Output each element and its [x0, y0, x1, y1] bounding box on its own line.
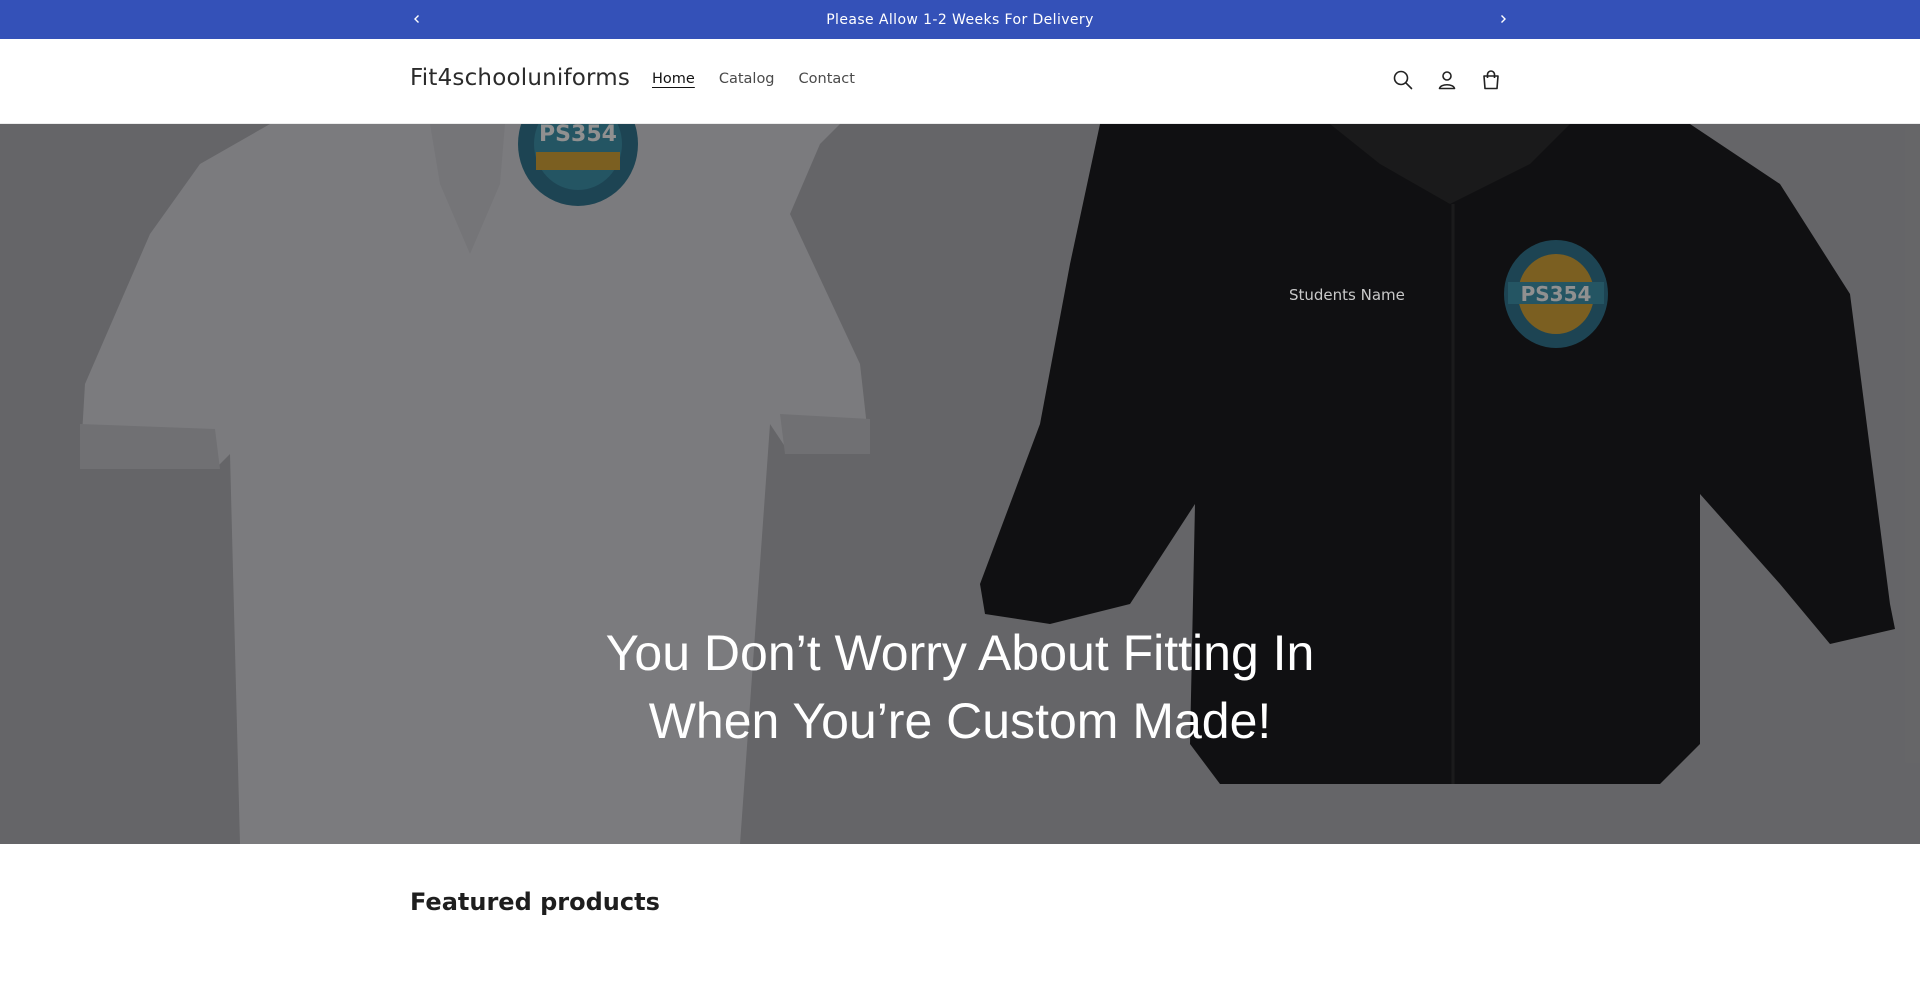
nav-contact[interactable]: Contact	[787, 71, 867, 87]
main-nav: Home Catalog Contact	[640, 71, 867, 87]
hero-banner: PS354 PS354 Students Name You Don’t Worr…	[0, 124, 1920, 844]
hero-heading: You Don’t Worry About Fitting In When Yo…	[560, 619, 1360, 755]
announcement-next-button[interactable]	[1491, 7, 1515, 31]
cart-icon	[1483, 70, 1499, 90]
header-actions	[1386, 63, 1508, 97]
chevron-left-icon	[414, 15, 419, 23]
nav-catalog[interactable]: Catalog	[707, 71, 787, 87]
jacket-name-label: Students Name	[1289, 286, 1405, 304]
hero-heading-line1: You Don’t Worry About Fitting In	[605, 625, 1315, 681]
announcement-text: Please Allow 1-2 Weeks For Delivery	[826, 11, 1094, 28]
chevron-right-icon	[1501, 15, 1506, 23]
site-header: Fit4schooluniforms Home Catalog Contact	[0, 39, 1920, 124]
account-button[interactable]	[1430, 63, 1464, 97]
account-icon	[1438, 71, 1456, 90]
hero-heading-line2: When You’re Custom Made!	[648, 693, 1272, 749]
search-icon	[1393, 70, 1413, 90]
nav-home[interactable]: Home	[640, 71, 707, 87]
announcement-bar: Please Allow 1-2 Weeks For Delivery	[0, 0, 1920, 39]
site-logo[interactable]: Fit4schooluniforms	[410, 65, 630, 91]
announcement-prev-button[interactable]	[405, 7, 429, 31]
search-button[interactable]	[1386, 63, 1420, 97]
cart-button[interactable]	[1474, 63, 1508, 97]
featured-products-title: Featured products	[410, 888, 660, 916]
